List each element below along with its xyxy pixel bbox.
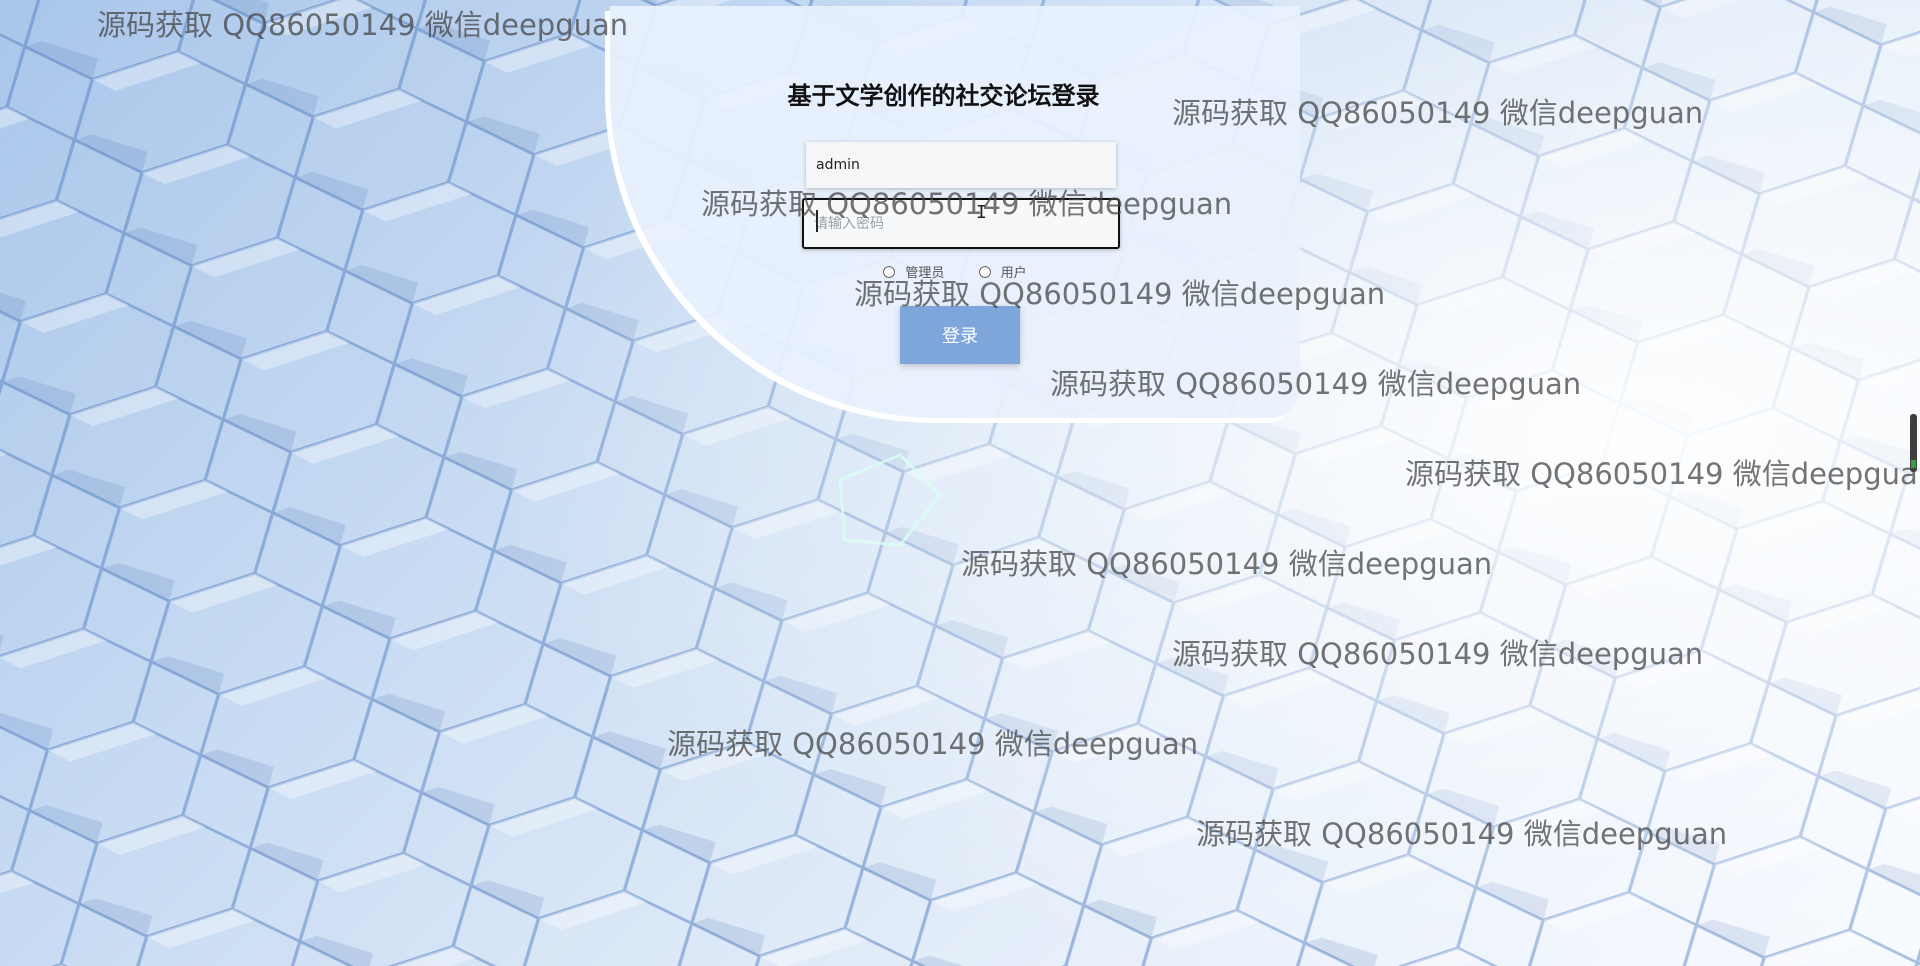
login-button[interactable]: 登录 bbox=[900, 306, 1020, 364]
text-caret bbox=[816, 210, 818, 232]
login-title: 基于文学创作的社交论坛登录 bbox=[787, 82, 1100, 110]
radio-icon[interactable] bbox=[978, 265, 991, 278]
password-input[interactable] bbox=[802, 198, 1120, 249]
username-input[interactable] bbox=[806, 142, 1116, 188]
role-selector: 管理员 用户 bbox=[610, 262, 1300, 282]
role-label-admin: 管理员 bbox=[905, 266, 945, 281]
role-option-user[interactable]: 用户 bbox=[978, 262, 1027, 281]
login-page: 基于文学创作的社交论坛登录 I 管理员 用户 登录 源码获取 QQ8605014… bbox=[0, 0, 1920, 966]
role-option-admin[interactable]: 管理员 bbox=[883, 262, 944, 281]
role-label-user: 用户 bbox=[1000, 266, 1027, 281]
radio-icon[interactable] bbox=[883, 265, 896, 278]
ibeam-cursor-icon: I bbox=[976, 202, 987, 223]
scroll-indicator[interactable] bbox=[1910, 414, 1917, 472]
